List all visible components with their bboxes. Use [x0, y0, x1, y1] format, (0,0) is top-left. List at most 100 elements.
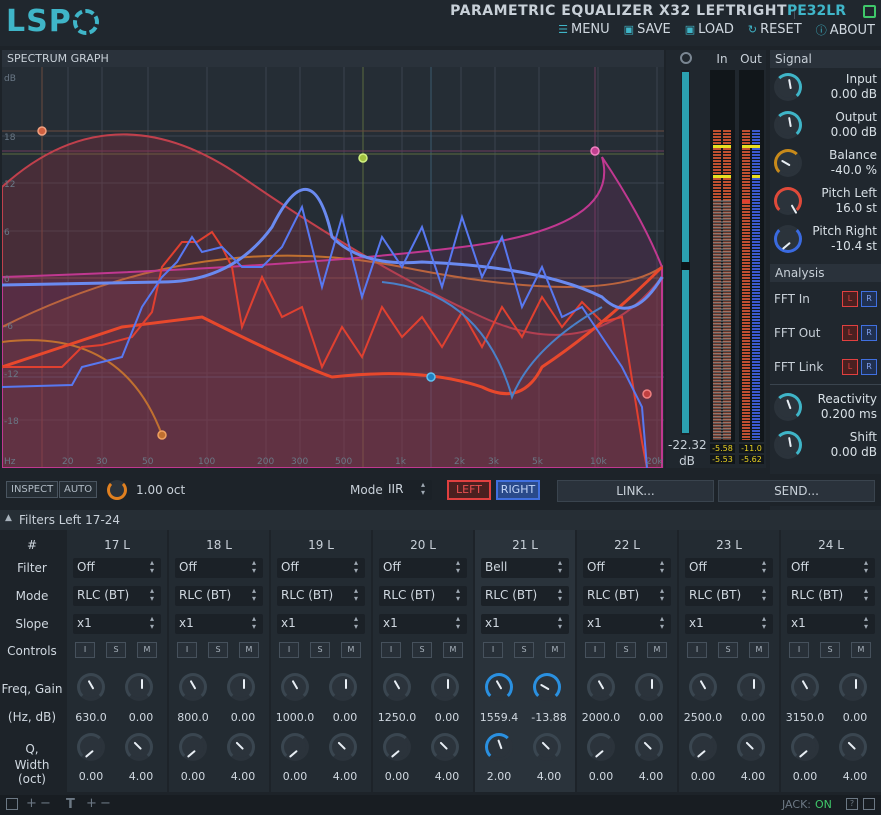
inspect-toggle[interactable]: I — [585, 642, 605, 658]
pitch-right-knob[interactable] — [774, 225, 802, 253]
freq-knob[interactable] — [383, 673, 411, 701]
filter-slope-select[interactable]: x1 — [379, 614, 467, 634]
filter-type-select[interactable]: Off — [175, 558, 263, 578]
left-channel-button[interactable]: LEFT — [447, 480, 491, 500]
chevron-updown-icon[interactable]: ▲︎ — [5, 513, 12, 523]
freq-knob[interactable] — [587, 673, 615, 701]
filter-type-select[interactable]: Off — [379, 558, 467, 578]
q-knob[interactable] — [689, 733, 717, 761]
shift-knob-row[interactable]: Shift 0.00 dB — [770, 426, 881, 464]
mute-toggle[interactable]: M — [137, 642, 157, 658]
spectrum-graph-panel[interactable]: SPECTRUM GRAPH dB 18 12 6 0 -6 -12 -18 H… — [2, 50, 664, 468]
filter-slope-select[interactable]: x1 — [277, 614, 365, 634]
pitch-left-knob-row[interactable]: Pitch Left 16.0 st — [770, 182, 881, 220]
reactivity-knob-row[interactable]: Reactivity 0.200 ms — [770, 388, 881, 426]
link-button[interactable]: LINK... — [557, 480, 714, 502]
mute-toggle[interactable]: M — [749, 642, 769, 658]
gain-knob[interactable] — [125, 673, 153, 701]
mute-toggle[interactable]: M — [443, 642, 463, 658]
inspect-toggle[interactable]: I — [687, 642, 707, 658]
freq-knob[interactable] — [281, 673, 309, 701]
q-knob[interactable] — [485, 733, 513, 761]
font-increase-icon[interactable]: + — [86, 796, 97, 811]
solo-toggle[interactable]: S — [616, 642, 636, 658]
solo-toggle[interactable]: S — [718, 642, 738, 658]
filter-marker[interactable] — [37, 126, 47, 136]
power-icon[interactable] — [863, 5, 876, 18]
gain-knob[interactable] — [839, 673, 867, 701]
mute-toggle[interactable]: M — [545, 642, 565, 658]
auto-button[interactable]: AUTO — [59, 481, 98, 498]
filter-mode-select[interactable]: RLC (BT) — [481, 586, 569, 606]
output-knob[interactable] — [774, 111, 802, 139]
width-knob[interactable] — [839, 733, 867, 761]
filter-mode-select[interactable]: RLC (BT) — [583, 586, 671, 606]
filter-slope-select[interactable]: x1 — [685, 614, 773, 634]
freq-knob[interactable] — [77, 673, 105, 701]
gain-knob[interactable] — [431, 673, 459, 701]
mute-toggle[interactable]: M — [341, 642, 361, 658]
zoom-icon[interactable] — [680, 52, 692, 64]
width-knob[interactable] — [227, 733, 255, 761]
filter-slope-select[interactable]: x1 — [175, 614, 263, 634]
fft-out-right-button[interactable]: R — [861, 325, 877, 341]
solo-toggle[interactable]: S — [208, 642, 228, 658]
inspect-toggle[interactable]: I — [381, 642, 401, 658]
shift-knob[interactable] — [774, 431, 802, 459]
filter-slope-select[interactable]: x1 — [481, 614, 569, 634]
filter-mode-select[interactable]: RLC (BT) — [175, 586, 263, 606]
width-knob[interactable] — [635, 733, 663, 761]
menu-button[interactable]: ☰ MENU — [558, 22, 610, 38]
filter-mode-select[interactable]: RLC (BT) — [787, 586, 875, 606]
filter-type-select[interactable]: Off — [277, 558, 365, 578]
filter-type-select[interactable]: Bell — [481, 558, 569, 578]
window-icon[interactable] — [6, 798, 18, 810]
mode-select[interactable]: IIR — [384, 480, 432, 500]
resize-icon[interactable] — [863, 798, 875, 810]
gain-knob[interactable] — [227, 673, 255, 701]
freq-knob[interactable] — [179, 673, 207, 701]
balance-knob[interactable] — [774, 149, 802, 177]
inspect-toggle[interactable]: I — [177, 642, 197, 658]
send-button[interactable]: SEND... — [718, 480, 875, 502]
q-knob[interactable] — [383, 733, 411, 761]
filter-marker[interactable] — [642, 389, 652, 399]
filter-mode-select[interactable]: RLC (BT) — [277, 586, 365, 606]
filter-type-select[interactable]: Off — [73, 558, 161, 578]
inspect-button[interactable]: INSPECT — [6, 481, 59, 498]
width-knob[interactable] — [737, 733, 765, 761]
solo-toggle[interactable]: S — [514, 642, 534, 658]
inspect-toggle[interactable]: I — [75, 642, 95, 658]
output-knob-row[interactable]: Output 0.00 dB — [770, 106, 881, 144]
q-knob[interactable] — [179, 733, 207, 761]
inspect-toggle[interactable]: I — [279, 642, 299, 658]
solo-toggle[interactable]: S — [310, 642, 330, 658]
inspect-toggle[interactable]: I — [789, 642, 809, 658]
solo-toggle[interactable]: S — [412, 642, 432, 658]
freq-knob[interactable] — [485, 673, 513, 701]
zoom-in-icon[interactable]: + — [26, 796, 37, 811]
filter-marker[interactable] — [426, 372, 436, 382]
q-knob[interactable] — [587, 733, 615, 761]
q-knob[interactable] — [791, 733, 819, 761]
reactivity-knob[interactable] — [774, 393, 802, 421]
mute-toggle[interactable]: M — [239, 642, 259, 658]
gain-knob[interactable] — [329, 673, 357, 701]
width-knob[interactable] — [125, 733, 153, 761]
fft-in-right-button[interactable]: R — [861, 291, 877, 307]
filter-marker[interactable] — [590, 146, 600, 156]
width-knob[interactable] — [431, 733, 459, 761]
q-knob[interactable] — [281, 733, 309, 761]
filter-slope-select[interactable]: x1 — [583, 614, 671, 634]
font-decrease-icon[interactable]: − — [100, 796, 111, 811]
filter-slope-select[interactable]: x1 — [787, 614, 875, 634]
fft-in-left-button[interactable]: L — [842, 291, 858, 307]
fft-out-left-button[interactable]: L — [842, 325, 858, 341]
filters-header[interactable]: ▲︎ Filters Left 17-24 — [0, 510, 881, 530]
zoom-out-icon[interactable]: − — [40, 796, 51, 811]
inspect-range-knob[interactable] — [107, 480, 127, 500]
about-button[interactable]: ⓘ ABOUT — [816, 22, 875, 38]
input-knob[interactable] — [774, 73, 802, 101]
pitch-left-knob[interactable] — [774, 187, 802, 215]
mute-toggle[interactable]: M — [851, 642, 871, 658]
